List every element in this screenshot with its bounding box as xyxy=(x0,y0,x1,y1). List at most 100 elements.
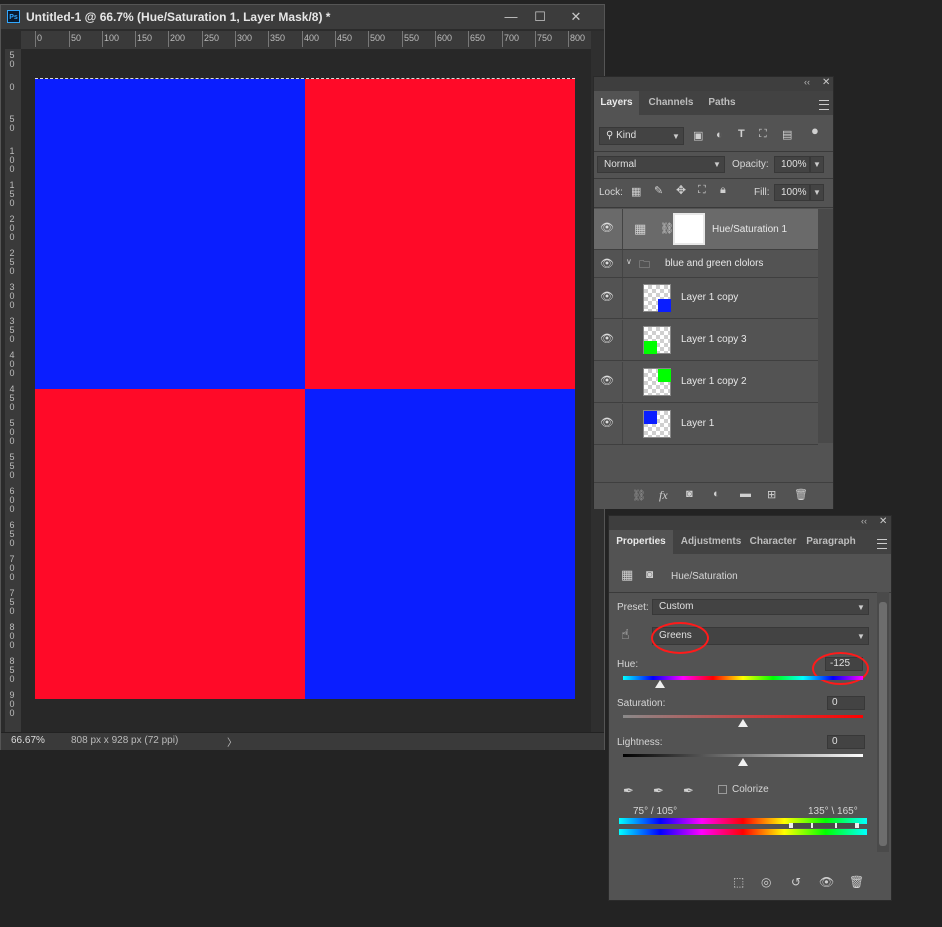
lock-image-pixels-icon[interactable]: ✎ xyxy=(654,184,663,197)
saturation-value-input[interactable]: 0 xyxy=(827,696,865,710)
add-mask-icon[interactable]: ◙ xyxy=(686,488,693,500)
layers-scrollbar[interactable] xyxy=(818,209,833,443)
range-handle-right[interactable] xyxy=(855,823,859,828)
properties-scrollbar-thumb[interactable] xyxy=(879,602,887,846)
smart-object-filter-icon[interactable]: ▤ xyxy=(782,128,792,141)
layer-style-fx-icon[interactable]: fx xyxy=(659,488,668,503)
layer-name[interactable]: Layer 1 copy 3 xyxy=(681,334,747,345)
chevron-down-icon[interactable]: ∨ xyxy=(626,257,632,266)
pixel-layer-filter-icon[interactable]: ▣ xyxy=(693,129,703,142)
close-window-button[interactable]: ✕ xyxy=(561,7,591,27)
vertical-ruler[interactable]: 50 0 50 100 150 200 250 300 350 400 450 … xyxy=(5,49,22,735)
tab-channels[interactable]: Channels xyxy=(642,91,700,115)
lightness-value-input[interactable]: 0 xyxy=(827,735,865,749)
maximize-button[interactable]: ☐ xyxy=(525,7,555,27)
layer-mask-icon[interactable]: ◙ xyxy=(646,567,653,581)
eye-icon[interactable]: 👁︎ xyxy=(600,257,614,271)
eyedropper-plus-icon[interactable]: ✒︎ xyxy=(653,783,664,799)
eye-icon[interactable]: 👁︎ xyxy=(819,875,834,889)
eye-icon[interactable]: 👁︎ xyxy=(600,374,614,388)
trash-icon[interactable]: 🗑︎ xyxy=(849,875,864,889)
eye-icon[interactable]: 👁︎ xyxy=(600,416,614,430)
eye-icon[interactable]: 👁︎ xyxy=(600,290,614,304)
color-range-selector[interactable] xyxy=(789,823,857,828)
panel-header[interactable]: ‹‹ ✕ xyxy=(594,77,833,91)
lock-transparent-pixels-icon[interactable]: ▦ xyxy=(631,185,641,198)
document-canvas[interactable] xyxy=(35,79,575,699)
eyedropper-icon[interactable]: ✒︎ xyxy=(623,783,634,799)
fill-input[interactable]: 100% xyxy=(774,184,810,201)
layer-thumbnail[interactable] xyxy=(643,284,671,312)
tab-properties[interactable]: Properties xyxy=(609,530,673,554)
tab-paths[interactable]: Paths xyxy=(702,91,742,115)
opacity-input[interactable]: 100% xyxy=(774,156,810,173)
layer-row-layer-1-copy-3[interactable]: 👁︎ Layer 1 copy 3 xyxy=(594,320,818,361)
eyedropper-minus-icon[interactable]: ✒︎ xyxy=(683,783,694,799)
trash-icon[interactable]: 🗑︎ xyxy=(794,488,808,501)
zoom-level[interactable]: 66.67% xyxy=(11,735,45,746)
group-name[interactable]: blue and green clolors xyxy=(665,258,763,269)
colorize-checkbox[interactable] xyxy=(718,785,727,794)
preset-select[interactable]: Custom xyxy=(652,599,869,615)
hue-slider-knob[interactable] xyxy=(654,680,665,688)
clip-to-layer-icon[interactable]: ⬚ xyxy=(733,875,744,889)
eye-icon[interactable]: 👁︎ xyxy=(600,221,614,235)
panel-menu-icon[interactable] xyxy=(877,539,887,549)
tab-adjustments[interactable]: Adjustments xyxy=(679,530,743,554)
ruler-tick: 500 xyxy=(367,31,386,47)
saturation-slider-track[interactable] xyxy=(623,715,863,718)
lightness-slider-track[interactable] xyxy=(623,754,863,757)
layer-row-hue-saturation[interactable]: 👁︎ ▦ ⛓︎ Hue/Saturation 1 xyxy=(594,209,818,250)
minimize-button[interactable]: — xyxy=(496,7,526,27)
status-menu-arrow-icon[interactable]: 〉 xyxy=(227,734,237,749)
adjustment-layer-filter-icon[interactable]: ◐ xyxy=(716,129,723,141)
lock-position-icon[interactable]: ✥ xyxy=(676,183,686,197)
lock-artboard-icon[interactable]: ⛶ xyxy=(698,184,706,197)
layer-name[interactable]: Layer 1 copy xyxy=(681,292,738,303)
new-adjustment-layer-icon[interactable]: ◐ xyxy=(713,488,720,500)
new-group-icon[interactable]: ▬ xyxy=(740,488,751,500)
close-panel-icon[interactable]: ✕ xyxy=(879,516,887,527)
tab-character[interactable]: Character xyxy=(747,530,799,554)
chevron-down-icon: ▼ xyxy=(672,132,680,141)
range-handle-left[interactable] xyxy=(789,823,793,828)
lock-all-icon[interactable]: 🔒︎ xyxy=(720,184,726,197)
filter-toggle-icon[interactable]: ● xyxy=(811,123,819,138)
layer-group-row[interactable]: 👁︎ ∨ 🗀︎ blue and green clolors xyxy=(594,250,818,278)
horizontal-ruler[interactable]: 0 50 100 150 200 250 300 350 400 450 500… xyxy=(21,31,591,50)
collapse-panel-icon[interactable]: ‹‹ xyxy=(804,77,810,87)
reset-icon[interactable]: ↺ xyxy=(791,875,801,889)
close-panel-icon[interactable]: ✕ xyxy=(822,77,830,88)
tab-paragraph[interactable]: Paragraph xyxy=(803,530,859,554)
layer-name[interactable]: Layer 1 copy 2 xyxy=(681,376,747,387)
tab-layers[interactable]: Layers xyxy=(594,91,639,115)
layer-row-layer-1-copy[interactable]: 👁︎ Layer 1 copy xyxy=(594,278,818,319)
layer-row-layer-1[interactable]: 👁︎ Layer 1 xyxy=(594,404,818,445)
layer-mask-thumbnail[interactable] xyxy=(673,213,705,245)
layer-thumbnail[interactable] xyxy=(643,326,671,354)
link-icon[interactable]: ⛓︎ xyxy=(660,222,674,235)
canvas-area[interactable] xyxy=(21,49,591,735)
saturation-slider-knob[interactable] xyxy=(738,719,748,727)
targeted-adjustment-hand-icon[interactable]: ☝︎ xyxy=(621,626,630,643)
new-layer-icon[interactable]: ⊞ xyxy=(767,488,776,501)
collapse-panel-icon[interactable]: ‹‹ xyxy=(861,516,867,526)
blend-mode-select[interactable]: Normal xyxy=(597,156,725,173)
document-title-bar[interactable]: Ps Untitled-1 @ 66.7% (Hue/Saturation 1,… xyxy=(1,5,604,29)
view-previous-state-icon[interactable]: ◎ xyxy=(761,875,771,889)
layer-name[interactable]: Hue/Saturation 1 xyxy=(712,224,787,235)
layer-thumbnail[interactable] xyxy=(643,368,671,396)
type-layer-filter-icon[interactable]: T xyxy=(738,128,745,140)
eye-icon[interactable]: 👁︎ xyxy=(600,332,614,346)
panel-menu-icon[interactable] xyxy=(819,100,829,110)
range-handle-inner-left[interactable] xyxy=(811,823,813,828)
range-handle-inner-right[interactable] xyxy=(835,823,837,828)
layer-thumbnail[interactable] xyxy=(643,410,671,438)
shape-layer-filter-icon[interactable]: ⛶ xyxy=(759,128,767,141)
layer-name[interactable]: Layer 1 xyxy=(681,418,714,429)
lightness-slider-knob[interactable] xyxy=(738,758,748,766)
ruler-tick: 100 xyxy=(101,31,120,47)
link-layers-icon[interactable]: ⛓︎ xyxy=(632,489,646,502)
layer-row-layer-1-copy-2[interactable]: 👁︎ Layer 1 copy 2 xyxy=(594,362,818,403)
panel-header[interactable]: ‹‹ ✕ xyxy=(609,516,891,530)
